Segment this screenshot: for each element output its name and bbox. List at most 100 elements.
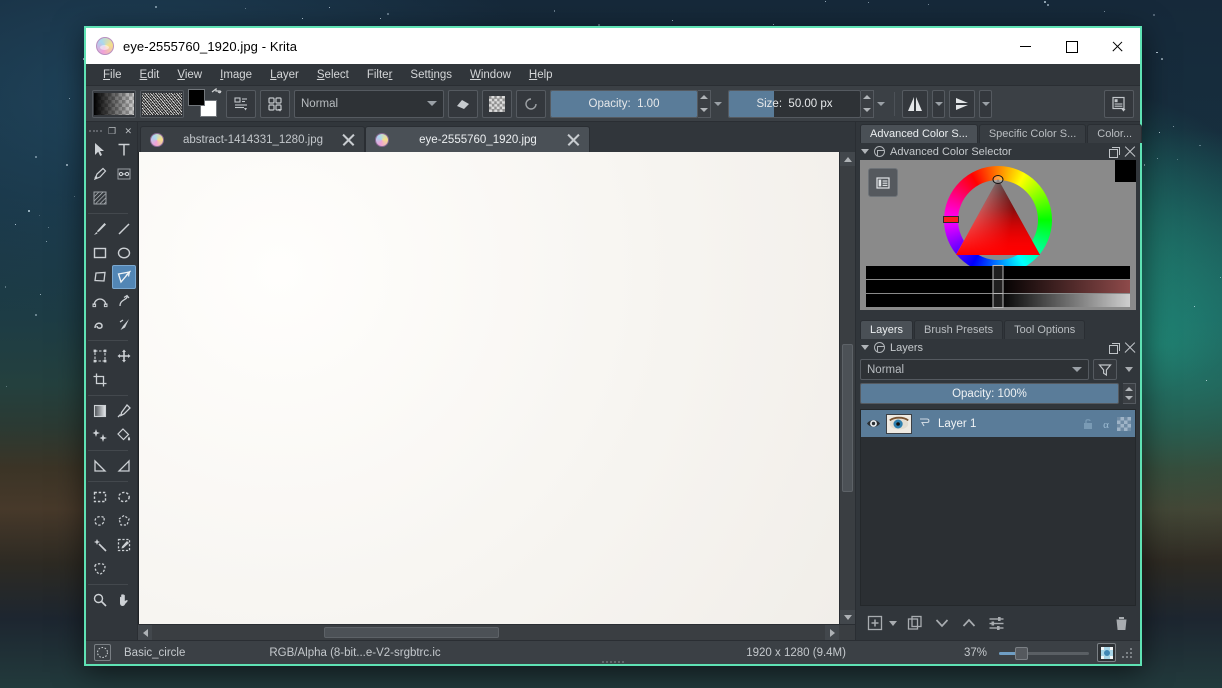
tool-edit-shapes[interactable] — [88, 162, 112, 186]
delete-layer-button[interactable] — [1112, 614, 1130, 632]
tool-pan[interactable] — [112, 588, 136, 612]
tool-freehand-brush[interactable] — [88, 217, 112, 241]
tool-crop[interactable] — [88, 368, 112, 392]
tool-calligraphy[interactable] — [112, 162, 136, 186]
collapse-caret-icon[interactable] — [861, 345, 869, 350]
swap-colors-icon[interactable] — [210, 87, 222, 100]
tool-polygonal-select[interactable] — [112, 509, 136, 533]
collapse-caret-icon[interactable] — [861, 149, 869, 154]
layer-filter-dropdown[interactable] — [1121, 359, 1136, 380]
opacity-options-button[interactable] — [711, 90, 724, 118]
toolbox-float-button[interactable]: ❐ — [106, 126, 118, 136]
layer-name[interactable]: Layer 1 — [938, 418, 1076, 430]
close-icon[interactable] — [342, 133, 355, 146]
spinner-up-icon[interactable] — [700, 95, 708, 99]
alpha-inherit-icon[interactable]: α — [1099, 417, 1113, 431]
layer-opacity-spinner[interactable] — [1123, 383, 1136, 404]
menu-window[interactable]: Window — [461, 66, 520, 84]
advanced-color-selector-body[interactable] — [860, 160, 1136, 310]
close-dock-icon[interactable] — [1125, 147, 1135, 157]
tool-similar-color-select[interactable] — [112, 533, 136, 557]
vertical-scroll-thumb[interactable] — [842, 344, 853, 492]
tab-brush-presets[interactable]: Brush Presets — [914, 320, 1004, 339]
tool-elliptical-select[interactable] — [112, 485, 136, 509]
brush-outline-icon[interactable] — [94, 644, 111, 661]
mirror-horizontal-button[interactable] — [902, 89, 928, 118]
pattern-swatch-button[interactable] — [140, 89, 184, 118]
toolbox-drag-handle[interactable] — [89, 130, 102, 132]
scroll-up-button[interactable] — [840, 152, 855, 166]
float-dock-icon[interactable] — [1109, 342, 1120, 354]
tool-transform[interactable] — [88, 344, 112, 368]
layer-list[interactable]: Layer 1 α — [860, 409, 1136, 606]
tool-rectangular-select[interactable] — [88, 485, 112, 509]
add-layer-button[interactable] — [866, 614, 884, 632]
size-options-button[interactable] — [874, 90, 887, 118]
mirror-vertical-options[interactable] — [979, 89, 992, 118]
foreground-color-swatch[interactable] — [188, 88, 205, 106]
float-dock-icon[interactable] — [1109, 146, 1120, 158]
layer-row[interactable]: Layer 1 α — [861, 410, 1135, 437]
menu-help[interactable]: Help — [520, 66, 562, 84]
tool-measure[interactable] — [88, 454, 112, 478]
tool-bezier-curve[interactable] — [88, 289, 112, 313]
tool-multibrush[interactable] — [112, 313, 136, 337]
reload-preset-button[interactable] — [516, 89, 546, 118]
color-strip-3[interactable] — [866, 293, 1130, 308]
spinner-down-icon[interactable] — [1125, 396, 1133, 401]
canvas-viewport[interactable] — [138, 152, 839, 624]
tool-rectangle[interactable] — [88, 241, 112, 265]
tab-specific-color-selector[interactable]: Specific Color S... — [978, 124, 1087, 143]
mirror-vertical-button[interactable] — [949, 89, 975, 118]
unlocked-icon[interactable] — [1081, 417, 1095, 431]
tool-assistant[interactable] — [112, 454, 136, 478]
tool-shape-select[interactable] — [88, 138, 112, 162]
strip-notch[interactable] — [992, 279, 1004, 294]
tool-text[interactable] — [112, 138, 136, 162]
menu-view[interactable]: View — [168, 66, 211, 84]
move-layer-up-button[interactable] — [960, 614, 978, 632]
tool-bezier-select[interactable] — [88, 557, 112, 581]
tool-freehand-select[interactable] — [88, 509, 112, 533]
layer-properties-button[interactable] — [987, 614, 1005, 632]
add-layer-dropdown-icon[interactable] — [889, 620, 897, 626]
hue-marker[interactable] — [943, 216, 959, 223]
horizontal-scroll-track[interactable] — [152, 625, 825, 640]
document-tab-eye[interactable]: eye-2555760_1920.jpg — [365, 126, 590, 152]
tool-polygon[interactable] — [88, 265, 112, 289]
menu-layer[interactable]: Layer — [261, 66, 308, 84]
tab-tool-options[interactable]: Tool Options — [1004, 320, 1086, 339]
opacity-slider[interactable]: Opacity: 1.00 — [550, 89, 698, 118]
dock-splitter[interactable] — [602, 310, 1140, 663]
menu-filter[interactable]: Filter — [358, 66, 402, 84]
workspace-chooser-button[interactable] — [1104, 89, 1134, 118]
fit-to-page-button[interactable] — [1097, 643, 1116, 662]
zoom-slider[interactable] — [999, 645, 1089, 661]
tool-polyline[interactable] — [111, 265, 136, 289]
spinner-up-icon[interactable] — [863, 95, 871, 99]
scroll-left-button[interactable] — [138, 625, 152, 640]
strip-notch[interactable] — [992, 293, 1004, 308]
tool-gradient-fill[interactable] — [88, 186, 112, 210]
maximize-button[interactable] — [1048, 28, 1094, 64]
menu-select[interactable]: Select — [308, 66, 358, 84]
scroll-right-button[interactable] — [825, 625, 839, 640]
eraser-mode-button[interactable] — [448, 89, 478, 118]
size-slider[interactable]: Size: 50.00 px — [728, 89, 861, 118]
size-spinner[interactable] — [861, 89, 874, 118]
tool-color-picker[interactable] — [112, 399, 136, 423]
tool-contiguous-select[interactable] — [88, 533, 112, 557]
menu-file[interactable]: File — [94, 66, 131, 84]
tool-dynamic-brush[interactable] — [88, 313, 112, 337]
menu-settings[interactable]: Settings — [401, 66, 461, 84]
alpha-lock-checker-icon[interactable] — [1117, 416, 1131, 431]
duplicate-layer-button[interactable] — [906, 614, 924, 632]
tool-line[interactable] — [112, 217, 136, 241]
close-icon[interactable] — [567, 133, 580, 146]
layer-properties-icon[interactable] — [917, 416, 933, 432]
tool-colorize-mask[interactable] — [88, 423, 112, 447]
opacity-control[interactable]: Opacity: 1.00 — [550, 89, 724, 118]
sv-triangle-cursor[interactable] — [992, 175, 1004, 184]
foreground-background-color-widget[interactable] — [188, 87, 222, 119]
scroll-down-button[interactable] — [840, 610, 855, 624]
